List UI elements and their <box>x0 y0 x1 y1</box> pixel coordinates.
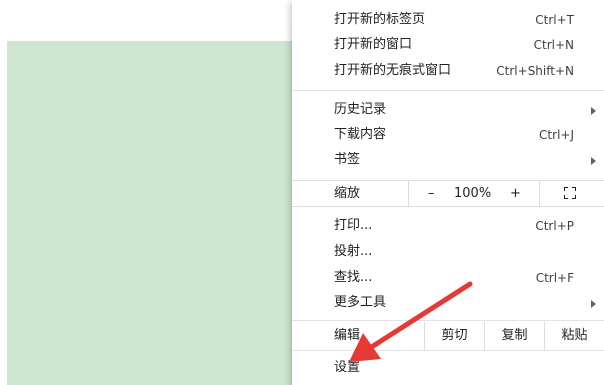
annotation-arrow-icon <box>349 281 473 362</box>
